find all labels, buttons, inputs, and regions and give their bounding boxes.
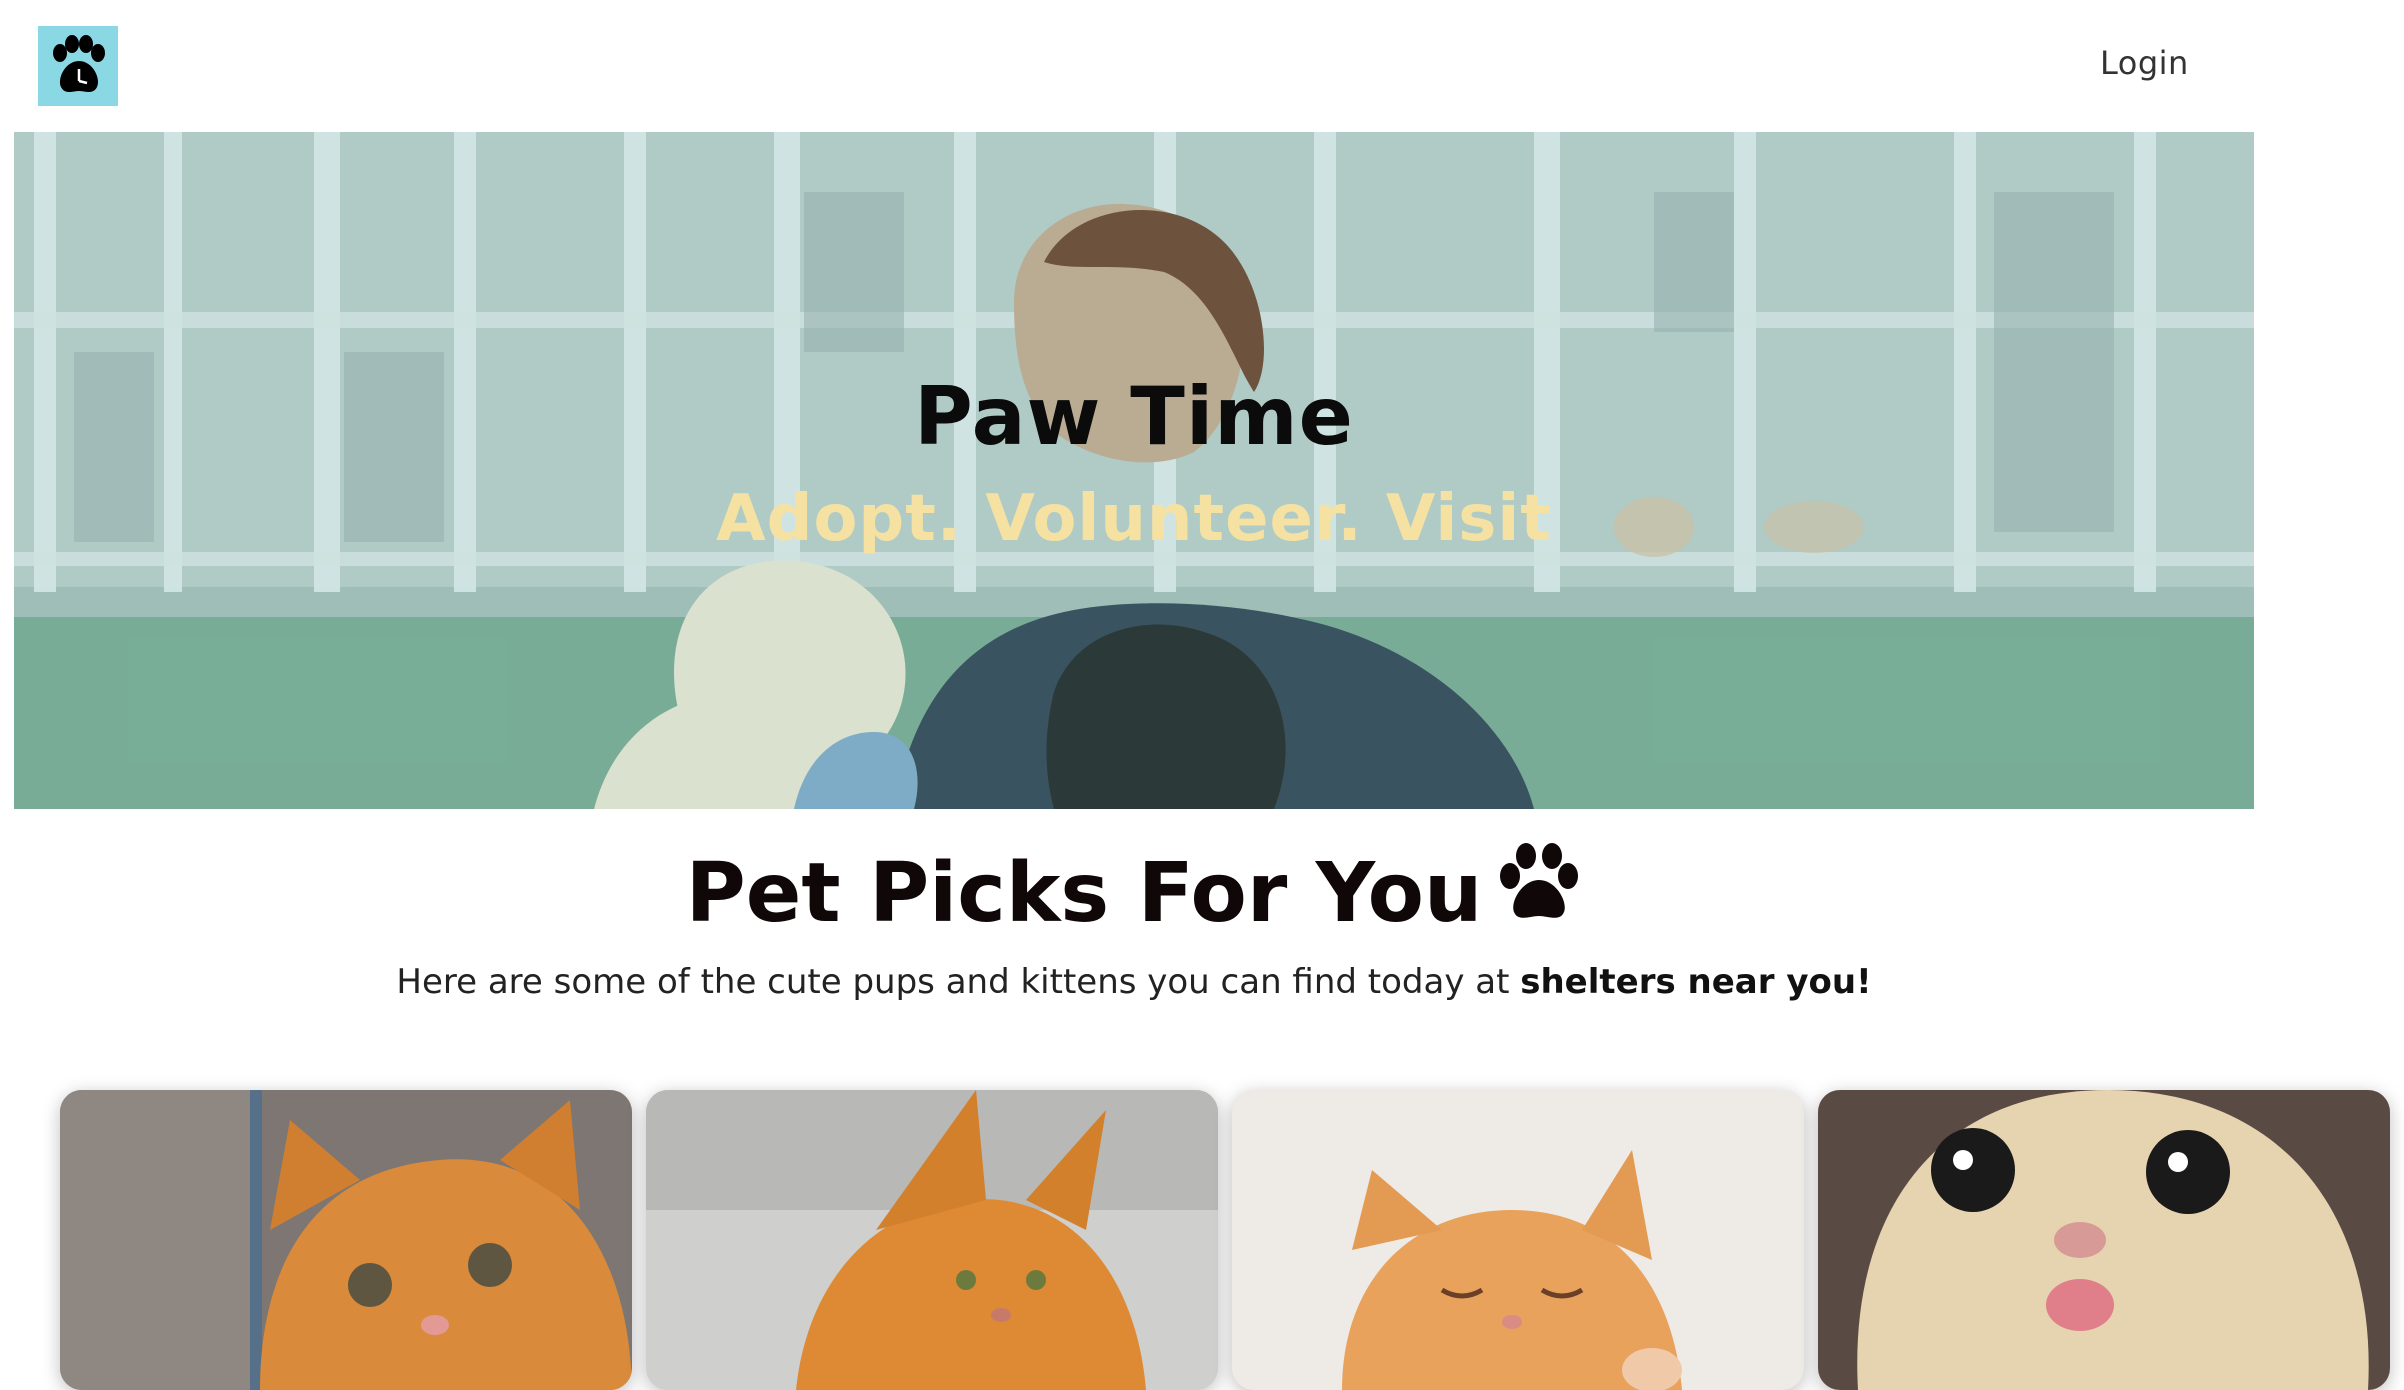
section-subtitle-text: Here are some of the cute pups and kitte… [396, 962, 1521, 1002]
pet-card[interactable] [60, 1090, 632, 1390]
kitten-photo-2 [646, 1090, 1218, 1390]
paw-icon [1496, 842, 1582, 942]
section-subtitle: Here are some of the cute pups and kitte… [0, 962, 2268, 1002]
section-title: Pet Picks For You [0, 842, 2268, 942]
hero-banner: Paw Time Adopt. Volunteer. Visit [14, 132, 2254, 809]
kitten-photo-1 [60, 1090, 632, 1390]
pet-card[interactable] [646, 1090, 1218, 1390]
login-link[interactable]: Login [2100, 44, 2189, 82]
kitten-photo-3 [1232, 1090, 1804, 1390]
pet-card[interactable] [1232, 1090, 1804, 1390]
section-title-text: Pet Picks For You [685, 846, 1483, 941]
pet-card[interactable] [1818, 1090, 2390, 1390]
pet-cards [60, 1090, 2400, 1390]
site-header: Login [0, 0, 2404, 132]
hero-overlay [14, 132, 2254, 809]
kitten-photo-4 [1818, 1090, 2390, 1390]
paw-clock-icon[interactable] [38, 26, 118, 106]
hero-title: Paw Time [914, 370, 1354, 463]
hero-tagline: Adopt. Volunteer. Visit [716, 482, 1552, 556]
shelters-link[interactable]: shelters near you! [1520, 962, 1871, 1002]
